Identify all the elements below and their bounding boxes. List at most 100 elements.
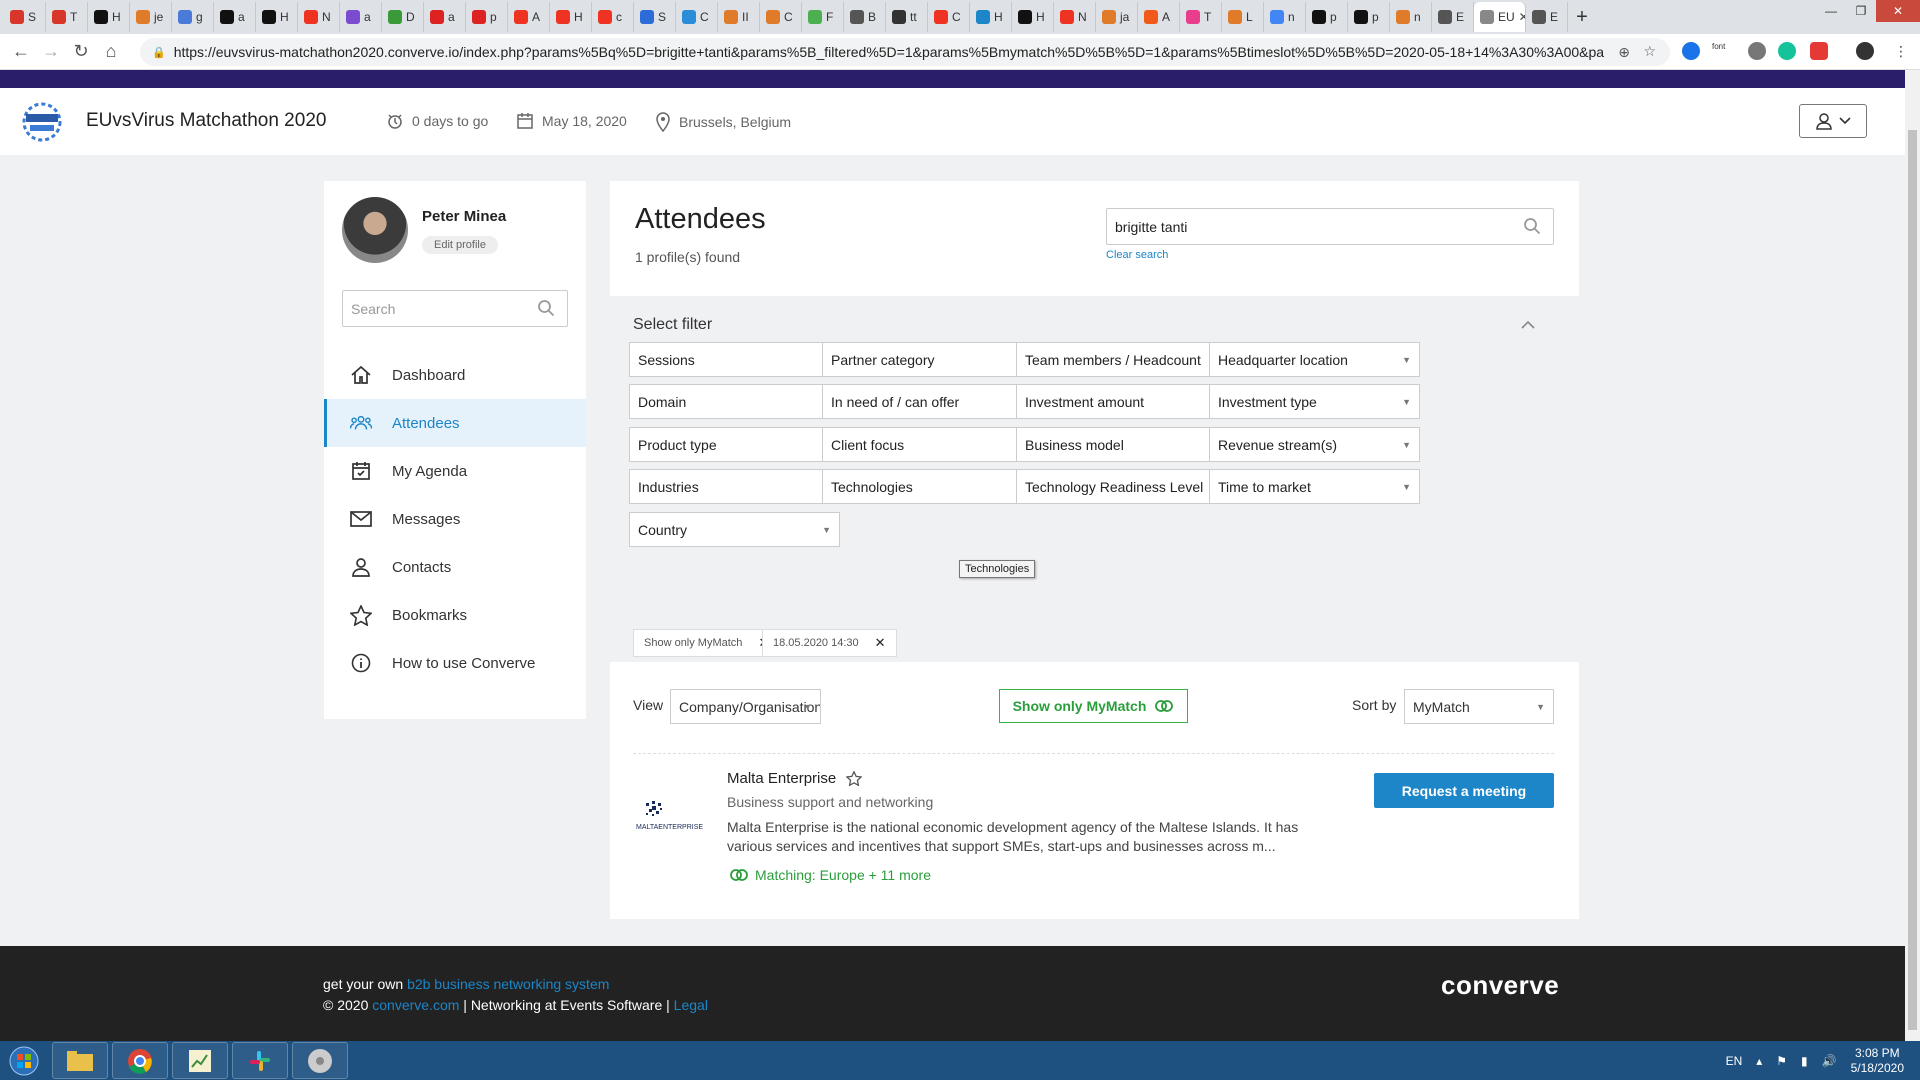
browser-tab[interactable]: H [88, 2, 130, 32]
converve-link[interactable]: converve.com [372, 997, 459, 1013]
sidebar-item-contacts[interactable]: Contacts [324, 543, 586, 591]
edit-profile-button[interactable]: Edit profile [422, 236, 498, 254]
browser-tab[interactable]: E [1526, 2, 1568, 32]
browser-tab[interactable]: p [1348, 2, 1390, 32]
request-meeting-button[interactable]: Request a meeting [1374, 773, 1554, 808]
volume-icon[interactable]: 🔊 [1822, 1054, 1837, 1068]
profile-avatar-icon[interactable] [1856, 42, 1874, 60]
browser-tab[interactable]: F [802, 2, 844, 32]
browser-tab[interactable]: L [1222, 2, 1264, 32]
browser-tab[interactable]: H [550, 2, 592, 32]
browser-tab[interactable]: E [1432, 2, 1474, 32]
browser-tab[interactable]: a [424, 2, 466, 32]
sort-select[interactable]: MyMatch ▼ [1404, 689, 1554, 724]
browser-tab[interactable]: ja [1096, 2, 1138, 32]
filter-chip-mymatch[interactable]: Show only MyMatch ✕ [633, 629, 781, 657]
browser-tab[interactable]: C [928, 2, 970, 32]
clock[interactable]: 3:08 PM 5/18/2020 [1851, 1046, 1904, 1076]
filter-select-business-model[interactable]: Business model▼ [1016, 427, 1227, 462]
flag-icon[interactable]: ⚑ [1776, 1054, 1787, 1068]
sidebar-item-bookmarks[interactable]: Bookmarks [324, 591, 586, 639]
browser-menu-icon[interactable]: ⋮ [1892, 42, 1910, 60]
browser-tab[interactable]: H [256, 2, 298, 32]
filter-select-in-need-of-can-offer[interactable]: In need of / can offer▼ [822, 384, 1033, 419]
filter-select-product-type[interactable]: Product type▼ [629, 427, 840, 462]
page-scrollbar[interactable] [1905, 70, 1920, 1041]
browser-tab[interactable]: H [1012, 2, 1054, 32]
filter-select-sessions[interactable]: Sessions▼ [629, 342, 840, 377]
taskbar-slack[interactable] [232, 1042, 288, 1079]
browser-tab[interactable]: tt [886, 2, 928, 32]
browser-tab[interactable]: c [592, 2, 634, 32]
browser-tab[interactable]: p [466, 2, 508, 32]
filter-select-technologies[interactable]: Technologies▼ [822, 469, 1033, 504]
search-icon[interactable] [1523, 217, 1541, 235]
organisation-logo[interactable]: MALTAENTERPRISE [636, 793, 708, 833]
browser-tab[interactable]: H [970, 2, 1012, 32]
start-button[interactable] [0, 1041, 48, 1080]
sidebar-item-attendees[interactable]: Attendees [324, 399, 586, 447]
browser-tab[interactable]: D [382, 2, 424, 32]
browser-tab[interactable]: N [1054, 2, 1096, 32]
extension-font-icon[interactable]: font [1712, 42, 1736, 60]
signal-icon[interactable]: ▮ [1801, 1054, 1808, 1068]
extension-grammarly-icon[interactable] [1778, 42, 1796, 60]
sidebar-item-messages[interactable]: Messages [324, 495, 586, 543]
filter-chip-timeslot[interactable]: 18.05.2020 14:30 ✕ [762, 629, 897, 657]
tab-close-icon[interactable]: ✕ [1519, 10, 1525, 24]
sidebar-item-my-agenda[interactable]: My Agenda [324, 447, 586, 495]
chevron-up-icon[interactable] [1521, 316, 1535, 332]
taskbar-disc-app[interactable] [292, 1042, 348, 1079]
browser-tab[interactable]: T [1180, 2, 1222, 32]
taskbar-chrome[interactable] [112, 1042, 168, 1079]
new-tab-button[interactable]: + [1568, 3, 1596, 31]
search-icon[interactable] [537, 299, 555, 317]
maximize-button[interactable]: ❐ [1846, 0, 1876, 22]
converve-logo[interactable]: converve [1441, 970, 1559, 1001]
clear-search-link[interactable]: Clear search [1106, 249, 1168, 261]
browser-tab[interactable]: A [1138, 2, 1180, 32]
filter-select-investment-amount[interactable]: Investment amount▼ [1016, 384, 1227, 419]
attendee-search-input[interactable]: brigitte tanti [1106, 208, 1554, 245]
matching-info[interactable]: Matching: Europe + 11 more [729, 867, 931, 883]
organisation-name-text[interactable]: Malta Enterprise [727, 770, 836, 787]
browser-tab[interactable]: p [1306, 2, 1348, 32]
window-close-button[interactable]: ✕ [1876, 0, 1920, 22]
bookmark-star-icon[interactable] [846, 771, 863, 786]
filter-select-investment-type[interactable]: Investment type ▼ [1209, 384, 1420, 419]
reload-button[interactable]: ↻ [66, 41, 96, 62]
browser-tab[interactable]: A [508, 2, 550, 32]
user-menu-button[interactable] [1799, 104, 1867, 138]
browser-tab[interactable]: II [718, 2, 760, 32]
close-icon[interactable]: ✕ [875, 635, 886, 651]
bookmark-star-icon[interactable]: ☆ [1643, 43, 1656, 60]
filter-select-time-to-market[interactable]: Time to market ▼ [1209, 469, 1420, 504]
browser-tab[interactable]: n [1390, 2, 1432, 32]
taskbar-chart-app[interactable] [172, 1042, 228, 1079]
tray-expand-icon[interactable]: ▴ [1756, 1054, 1762, 1068]
browser-tab[interactable]: EU ✕ [1474, 2, 1526, 32]
browser-tab[interactable]: B [844, 2, 886, 32]
scrollbar-thumb[interactable] [1908, 130, 1917, 1030]
zoom-icon[interactable]: ⊕ [1618, 44, 1630, 61]
browser-tab[interactable]: N [298, 2, 340, 32]
forward-button[interactable]: → [36, 41, 66, 62]
sidebar-search-input[interactable]: Search [342, 290, 568, 327]
browser-tab[interactable]: S [4, 2, 46, 32]
browser-tab[interactable]: n [1264, 2, 1306, 32]
filter-select-headquarter-location[interactable]: Headquarter location ▼ [1209, 342, 1420, 377]
taskbar-explorer[interactable] [52, 1042, 108, 1079]
home-button[interactable]: ⌂ [96, 41, 126, 62]
show-only-mymatch-button[interactable]: Show only MyMatch [999, 689, 1188, 723]
browser-tab[interactable]: g [172, 2, 214, 32]
filter-select-team-members-headcount[interactable]: Team members / Headcount▼ [1016, 342, 1227, 377]
extension-cloud-icon[interactable] [1748, 42, 1766, 60]
browser-tab[interactable]: C [676, 2, 718, 32]
view-select[interactable]: Company/Organisation ▼ [670, 689, 821, 724]
extension-blue-icon[interactable] [1682, 42, 1700, 60]
filter-select-country[interactable]: Country ▼ [629, 512, 840, 547]
avatar[interactable] [342, 197, 408, 263]
filter-select-client-focus[interactable]: Client focus▼ [822, 427, 1033, 462]
filter-select-domain[interactable]: Domain▼ [629, 384, 840, 419]
back-button[interactable]: ← [6, 41, 36, 62]
